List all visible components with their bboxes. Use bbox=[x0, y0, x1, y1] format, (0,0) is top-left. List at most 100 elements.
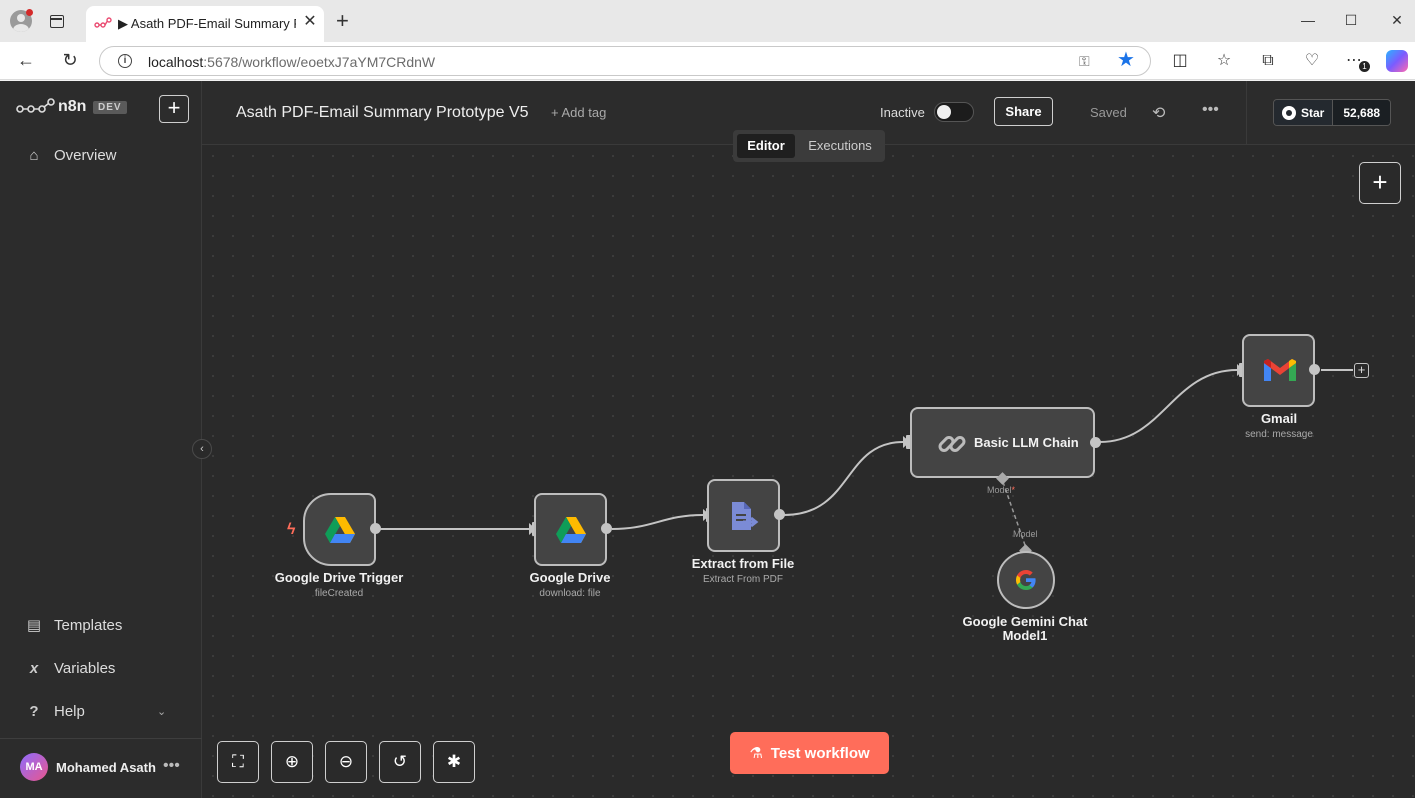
browser-essentials-icon[interactable]: ♡ bbox=[1302, 51, 1322, 71]
node-subtitle: send: message bbox=[1245, 429, 1313, 440]
debug-icon[interactable]: ✱ bbox=[433, 741, 475, 783]
node-subtitle: fileCreated bbox=[314, 588, 364, 599]
add-resource-button[interactable]: + bbox=[159, 95, 189, 123]
output-handle[interactable] bbox=[774, 509, 785, 520]
output-handle[interactable] bbox=[601, 523, 612, 534]
close-window-button[interactable]: ✕ bbox=[1389, 12, 1405, 28]
node-google-drive-trigger[interactable] bbox=[303, 493, 376, 566]
output-handle[interactable] bbox=[1090, 437, 1101, 448]
workflow-title[interactable]: Asath PDF-Email Summary Prototype V5 bbox=[236, 104, 529, 122]
copilot-icon[interactable] bbox=[1386, 50, 1408, 72]
add-tag-button[interactable]: + Add tag bbox=[551, 105, 606, 120]
zoom-out-icon[interactable]: ⊖ bbox=[325, 741, 367, 783]
google-drive-icon bbox=[556, 517, 586, 543]
tab-editor[interactable]: Editor bbox=[737, 134, 795, 158]
maximize-button[interactable]: ☐ bbox=[1343, 12, 1359, 28]
sidebar-item-label: Templates bbox=[54, 616, 123, 634]
logo-text: n8n bbox=[58, 98, 87, 115]
node-label: Extract from File bbox=[691, 556, 795, 571]
profile-notification-dot bbox=[26, 9, 33, 16]
trigger-bolt-icon: ϟ bbox=[287, 521, 296, 538]
favorites-icon[interactable]: ☆ bbox=[1214, 51, 1234, 71]
key-icon[interactable]: ⚿ bbox=[1079, 53, 1090, 70]
node-subtitle: Extract From PDF bbox=[702, 574, 783, 585]
home-icon: ⌂ bbox=[29, 146, 39, 164]
fit-view-icon[interactable]: ⛶ bbox=[217, 741, 259, 783]
sidebar-item-label: Help bbox=[54, 702, 85, 720]
tab-actions-icon[interactable] bbox=[50, 15, 64, 28]
new-tab-button[interactable]: + bbox=[336, 10, 349, 32]
divider bbox=[0, 738, 202, 739]
tab-executions[interactable]: Executions bbox=[803, 134, 877, 158]
user-menu-icon[interactable]: ••• bbox=[163, 757, 180, 775]
back-icon[interactable]: ← bbox=[16, 50, 36, 70]
reset-zoom-icon[interactable]: ↺ bbox=[379, 741, 421, 783]
sidebar-item-overview[interactable]: ⌂ Overview bbox=[24, 144, 116, 166]
sidebar-item-templates[interactable]: ▤ Templates bbox=[24, 614, 122, 636]
split-screen-icon[interactable]: ◫ bbox=[1170, 51, 1190, 71]
github-star-label: Star bbox=[1301, 105, 1325, 120]
test-workflow-label: Test workflow bbox=[770, 744, 870, 762]
view-toggle: Editor Executions bbox=[733, 130, 885, 162]
github-icon bbox=[1282, 105, 1296, 120]
sidebar-item-help[interactable]: ? Help bbox=[24, 700, 85, 722]
zoom-in-icon[interactable]: ⊕ bbox=[271, 741, 313, 783]
node-google-drive[interactable] bbox=[534, 493, 607, 566]
env-badge: DEV bbox=[93, 101, 127, 114]
node-label: Model1 bbox=[1002, 628, 1048, 643]
site-info-icon[interactable]: i bbox=[118, 54, 132, 68]
tab-close-icon[interactable]: ✕ bbox=[302, 14, 318, 30]
user-name: Mohamed Asath bbox=[56, 760, 156, 775]
address-bar[interactable]: i localhost:5678/workflow/eoetxJ7aYM7CRd… bbox=[99, 46, 1151, 76]
url-text[interactable]: localhost:5678/workflow/eoetxJ7aYM7CRdnW bbox=[148, 54, 435, 70]
sidebar-item-variables[interactable]: x Variables bbox=[24, 657, 116, 679]
browser-toolbar: ← ↻ i localhost:5678/workflow/eoetxJ7aYM… bbox=[0, 42, 1415, 80]
node-google-gemini-chat-model[interactable] bbox=[997, 551, 1055, 609]
extensions-badge: 1 bbox=[1359, 61, 1370, 72]
google-drive-icon bbox=[325, 517, 355, 543]
chevron-down-icon[interactable]: ⌄ bbox=[157, 705, 166, 718]
saved-status: Saved bbox=[1090, 105, 1127, 120]
favorite-star-icon[interactable]: ★ bbox=[1117, 49, 1135, 71]
sidebar-item-label: Variables bbox=[54, 659, 116, 677]
collections-icon[interactable]: ⧉ bbox=[1258, 51, 1278, 71]
node-extract-from-file[interactable] bbox=[707, 479, 780, 552]
n8n-favicon-icon bbox=[94, 17, 112, 28]
node-gmail[interactable] bbox=[1242, 334, 1315, 407]
more-options-icon[interactable]: ••• bbox=[1202, 101, 1219, 119]
minimize-button[interactable]: — bbox=[1300, 12, 1316, 28]
divider bbox=[1246, 81, 1247, 145]
link-icon bbox=[938, 436, 966, 452]
browser-tab-strip: ▶ Asath PDF-Email Summary Pro ✕ + — ☐ ✕ bbox=[0, 0, 1415, 42]
avatar[interactable]: MA bbox=[20, 753, 48, 781]
history-icon[interactable]: ⟲ bbox=[1152, 103, 1165, 123]
output-handle[interactable] bbox=[1309, 364, 1320, 375]
github-star-count: 52,688 bbox=[1333, 100, 1391, 125]
flask-icon: ⚗ bbox=[749, 745, 763, 762]
active-toggle[interactable] bbox=[934, 102, 974, 122]
node-basic-llm-chain[interactable]: Basic LLM Chain bbox=[910, 407, 1095, 478]
sidebar: n8n DEV + ⌂ Overview ▤ Templates x Varia… bbox=[0, 81, 202, 798]
add-next-node-icon[interactable]: + bbox=[1354, 363, 1369, 378]
n8n-logo-icon bbox=[16, 98, 55, 113]
share-button[interactable]: Share bbox=[994, 97, 1053, 126]
node-label: Gmail bbox=[1260, 411, 1298, 426]
google-g-icon bbox=[1016, 570, 1036, 590]
node-label: Google Gemini Chat bbox=[962, 614, 1088, 629]
node-label: Google Drive bbox=[529, 570, 611, 585]
gmail-icon bbox=[1264, 359, 1296, 381]
templates-icon: ▤ bbox=[26, 617, 42, 634]
n8n-app: n8n DEV + ⌂ Overview ▤ Templates x Varia… bbox=[0, 81, 1415, 798]
github-star-button[interactable]: Star 52,688 bbox=[1273, 99, 1392, 126]
output-handle[interactable] bbox=[370, 523, 381, 534]
test-workflow-button[interactable]: ⚗ Test workflow bbox=[730, 732, 889, 774]
add-node-button[interactable]: + bbox=[1359, 162, 1401, 204]
active-label: Inactive bbox=[880, 105, 925, 120]
node-label: Google Drive Trigger bbox=[274, 570, 404, 585]
collapse-sidebar-icon[interactable]: ‹ bbox=[192, 439, 212, 459]
port-label: Model bbox=[1013, 529, 1038, 539]
refresh-icon[interactable]: ↻ bbox=[60, 50, 80, 70]
file-export-icon bbox=[732, 502, 759, 530]
workflow-canvas[interactable]: + ϟ Google Drive Trigger fileCreated Goo… bbox=[203, 146, 1415, 798]
browser-tab-active[interactable]: ▶ Asath PDF-Email Summary Pro ✕ bbox=[86, 6, 324, 42]
